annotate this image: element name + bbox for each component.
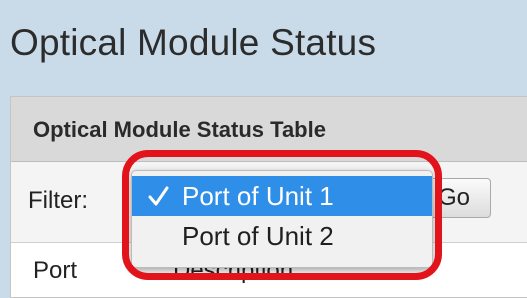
filter-option-label: Port of Unit 1 bbox=[182, 181, 334, 211]
go-button[interactable]: Go bbox=[427, 178, 491, 218]
filter-option-label: Port of Unit 2 bbox=[182, 221, 334, 251]
filter-label: Filter: bbox=[28, 187, 88, 214]
table-header: Optical Module Status Table bbox=[11, 97, 527, 162]
port-column-header: Port bbox=[33, 257, 78, 284]
table-title: Optical Module Status Table bbox=[33, 117, 326, 142]
filter-dropdown-menu[interactable]: Port of Unit 1 Port of Unit 2 bbox=[131, 170, 433, 268]
filter-option-port-of-unit-2[interactable]: Port of Unit 2 bbox=[132, 216, 432, 256]
page-title: Optical Module Status bbox=[10, 22, 377, 63]
filter-option-port-of-unit-1[interactable]: Port of Unit 1 bbox=[132, 176, 432, 216]
checkmark-icon bbox=[146, 176, 172, 216]
